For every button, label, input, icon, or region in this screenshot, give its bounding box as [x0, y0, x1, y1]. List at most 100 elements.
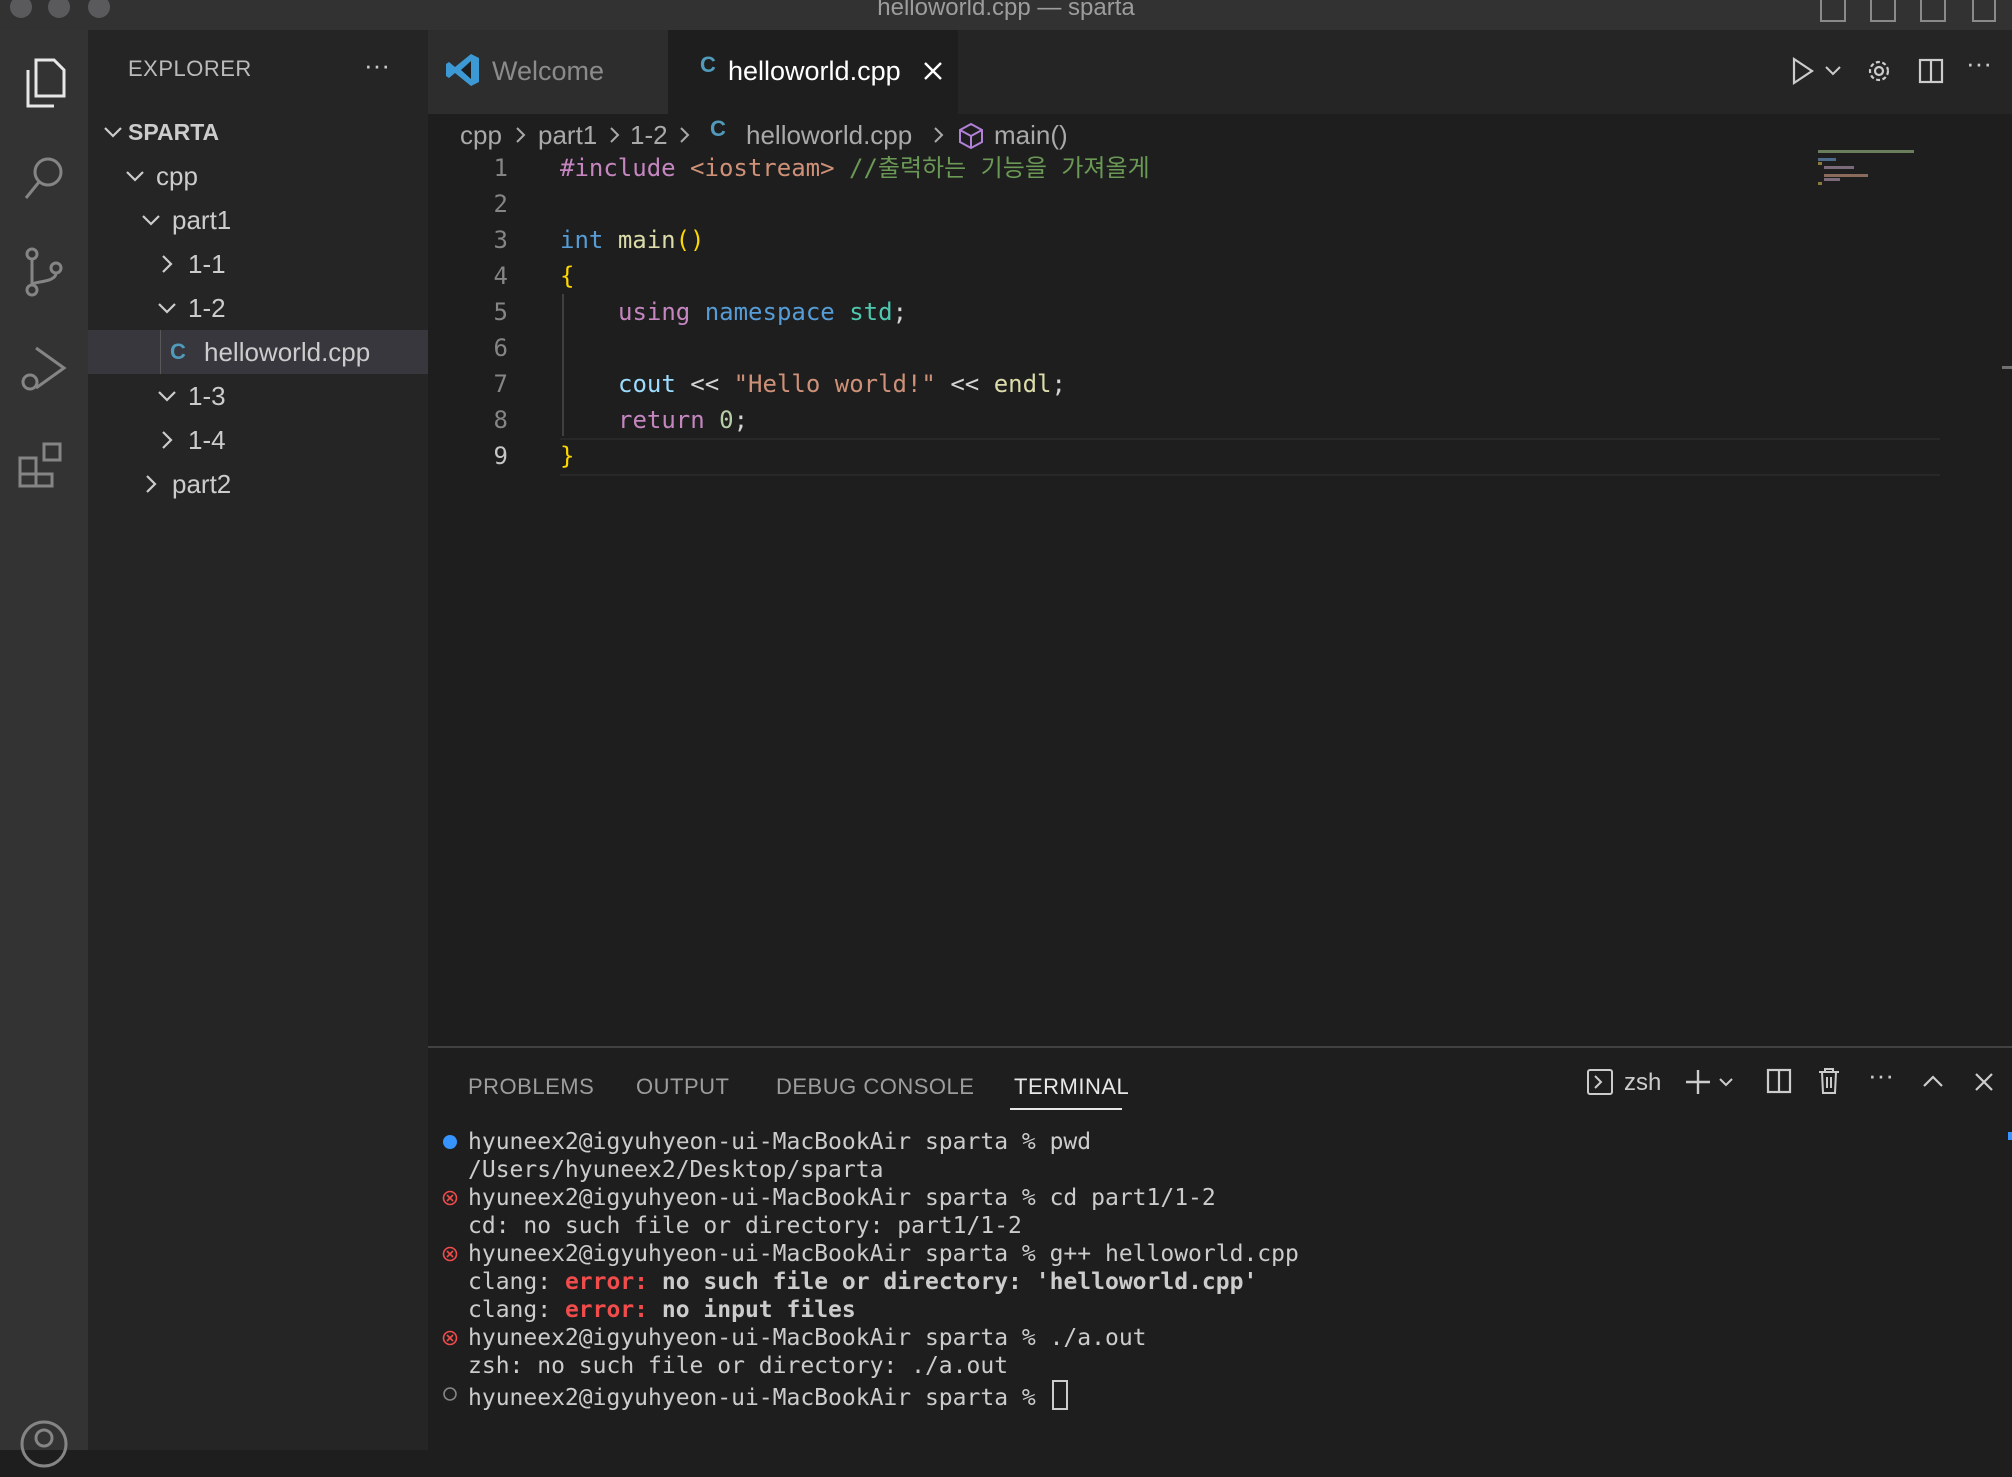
run-options-chevron-down-icon[interactable]: [1824, 64, 1842, 78]
tree-folder-part2[interactable]: part2: [88, 462, 428, 506]
chevron-right-icon: [152, 242, 182, 286]
terminal-line: /Users/hyuneex2/Desktop/sparta: [468, 1157, 884, 1183]
terminal-output[interactable]: hyuneex2@igyuhyeon-ui-MacBookAir sparta …: [428, 1128, 2012, 1448]
tree-label: 1-4: [188, 425, 226, 455]
terminal-prompt-line: hyuneex2@igyuhyeon-ui-MacBookAir sparta …: [468, 1380, 1068, 1412]
close-panel-icon[interactable]: [1974, 1072, 1994, 1092]
panel-tab-output[interactable]: OUTPUT: [636, 1070, 729, 1104]
extensions-icon[interactable]: [12, 430, 76, 494]
editor-tab-bar: Welcome C helloworld.cpp ···: [428, 30, 2012, 114]
line-number-active: 9: [493, 442, 508, 470]
chevron-right-icon: [934, 127, 944, 143]
terminal-shell-name[interactable]: zsh: [1624, 1066, 1661, 1100]
tree-folder-1-2[interactable]: 1-2: [88, 286, 428, 330]
panel-tab-problems[interactable]: PROBLEMS: [468, 1070, 594, 1104]
tree-label: SPARTA: [128, 119, 220, 145]
tree-folder-1-4[interactable]: 1-4: [88, 418, 428, 462]
breadcrumb-item-part1[interactable]: part1: [538, 118, 597, 152]
panel-more-actions-icon[interactable]: ···: [1868, 1060, 1894, 1091]
trash-icon[interactable]: [1816, 1066, 1842, 1096]
run-icon[interactable]: [1790, 56, 1816, 86]
run-and-debug-icon[interactable]: [12, 336, 76, 400]
more-actions-icon[interactable]: ···: [1966, 48, 1992, 79]
toggle-secondary-sidebar-icon[interactable]: [1920, 0, 1946, 22]
split-editor-icon[interactable]: [1918, 58, 1944, 84]
line-number: 2: [493, 190, 508, 218]
toggle-primary-sidebar-icon[interactable]: [1820, 0, 1846, 22]
new-terminal-plus-icon[interactable]: [1684, 1068, 1712, 1096]
chevron-down-icon: [152, 286, 182, 330]
breadcrumb-item-symbol[interactable]: main(): [994, 118, 1068, 152]
tree-label: part2: [172, 469, 232, 499]
panel-tab-debug-console[interactable]: DEBUG CONSOLE: [776, 1070, 974, 1104]
explorer-sidebar: EXPLORER ··· SPARTA cpp part1 1-1 1-2 C …: [88, 30, 428, 1450]
cpp-file-icon: C: [700, 52, 716, 77]
breadcrumb-item-file[interactable]: helloworld.cpp: [746, 118, 912, 152]
code-line-3: int main(): [560, 226, 705, 254]
command-idle-circle-icon: [443, 1387, 457, 1401]
tree-folder-1-3[interactable]: 1-3: [88, 374, 428, 418]
cpp-file-icon: C: [170, 339, 186, 364]
explorer-icon[interactable]: [12, 50, 76, 114]
terminal-cursor: [1051, 1380, 1068, 1410]
line-number: 6: [493, 334, 508, 362]
explorer-more-actions-button[interactable]: ···: [364, 50, 390, 81]
tree-folder-part1[interactable]: part1: [88, 198, 428, 242]
command-error-icon: [442, 1330, 458, 1346]
source-control-icon[interactable]: [12, 240, 76, 304]
bottom-panel: PROBLEMS OUTPUT DEBUG CONSOLE TERMINAL z…: [428, 1046, 2012, 1452]
tree-file-helloworld-cpp[interactable]: C helloworld.cpp: [88, 330, 428, 374]
terminal-profiles-chevron-down-icon[interactable]: [1718, 1076, 1734, 1088]
chevron-right-icon: [516, 127, 526, 143]
customize-layout-icon[interactable]: [1972, 0, 1996, 22]
vscode-logo-icon: [446, 52, 480, 88]
chevron-right-icon: [136, 462, 166, 506]
tree-label: part1: [172, 205, 232, 235]
activity-bar: [0, 30, 88, 1468]
tab-label: Welcome: [492, 56, 605, 86]
tab-helloworld-cpp[interactable]: C helloworld.cpp: [668, 30, 958, 114]
terminal-icon: [1586, 1068, 1614, 1096]
breadcrumb-item-cpp[interactable]: cpp: [460, 118, 502, 152]
chevron-down-icon: [152, 374, 182, 418]
toggle-panel-icon[interactable]: [1870, 0, 1896, 22]
code-line-4: {: [560, 262, 575, 290]
terminal-line: zsh: no such file or directory: ./a.out: [468, 1353, 1009, 1379]
gear-icon[interactable]: [1864, 56, 1894, 86]
tree-folder-1-1[interactable]: 1-1: [88, 242, 428, 286]
code-line-1: #include <iostream> //출력하는 기능을 가져올게: [560, 154, 1150, 182]
panel-tab-terminal[interactable]: TERMINAL: [1014, 1070, 1129, 1104]
tree-folder-cpp[interactable]: cpp: [88, 154, 428, 198]
code-line-7: cout << "Hello world!" << endl;: [618, 370, 1066, 398]
chevron-down-icon: [98, 110, 128, 154]
command-success-dot-icon: [443, 1135, 457, 1149]
tree-folder-sparta[interactable]: SPARTA: [88, 110, 428, 154]
split-terminal-icon[interactable]: [1766, 1068, 1792, 1094]
tree-label: 1-3: [188, 381, 226, 411]
code-editor[interactable]: 1 2 3 4 5 6 7 8 9 #include <iostream> //…: [428, 150, 2012, 1046]
scrollbar-marker: [2008, 1132, 2012, 1140]
tree-label: 1-1: [188, 249, 226, 279]
command-error-icon: [442, 1190, 458, 1206]
current-line-highlight: [560, 438, 1940, 476]
accounts-icon[interactable]: [12, 1408, 76, 1472]
explorer-header: EXPLORER: [128, 56, 252, 81]
maximize-panel-chevron-up-icon[interactable]: [1922, 1074, 1944, 1088]
terminal-line: clang: error: no input files: [468, 1297, 856, 1323]
chevron-right-icon: [152, 418, 182, 462]
breadcrumb-item-1-2[interactable]: 1-2: [630, 118, 668, 152]
tab-label: helloworld.cpp: [728, 56, 901, 86]
line-number: 4: [493, 262, 508, 290]
search-icon[interactable]: [12, 146, 76, 210]
line-number: 8: [493, 406, 508, 434]
tree-label: cpp: [156, 161, 198, 191]
tree-label: 1-2: [188, 293, 226, 323]
minimap[interactable]: [1818, 150, 1928, 190]
title-bar: helloworld.cpp — sparta: [0, 0, 2012, 30]
active-tab-indicator: [1010, 1108, 1122, 1110]
close-tab-icon[interactable]: [922, 60, 944, 82]
chevron-right-icon: [610, 127, 620, 143]
tab-welcome[interactable]: Welcome: [428, 30, 668, 114]
code-line-9: }: [560, 442, 575, 470]
code-line-8: return 0;: [618, 406, 749, 434]
